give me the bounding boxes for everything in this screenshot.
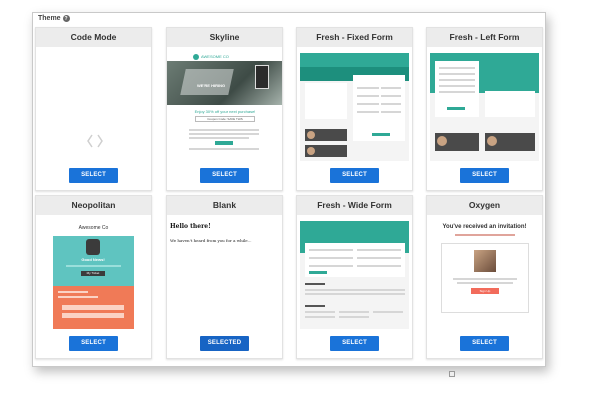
theme-card-oxygen[interactable]: Oxygen You've received an invitation! Si… — [426, 195, 543, 359]
offer-text: Enjoy 30% off your next purchase! — [194, 109, 256, 114]
theme-panel: Theme ? Code Mode SELECT Skyline AWESOME… — [32, 12, 546, 377]
oxygen-cta: Sign Up — [471, 288, 499, 294]
theme-card-skyline[interactable]: Skyline AWESOME CO WE'RE HIRING Enjoy 30… — [166, 27, 283, 191]
brand-name: Awesome Co — [78, 225, 109, 231]
robot-icon — [86, 239, 100, 255]
theme-preview — [36, 53, 151, 161]
theme-card-code-mode[interactable]: Code Mode SELECT — [35, 27, 152, 191]
code-brackets-icon — [87, 134, 103, 148]
theme-card-fresh-fixed-form[interactable]: Fresh - Fixed Form SELECT — [296, 27, 413, 191]
theme-preview: AWESOME CO WE'RE HIRING Enjoy 30% off yo… — [167, 53, 282, 161]
hero-headline: WE'RE HIRING — [197, 83, 226, 88]
blank-heading: Hello there! — [170, 223, 211, 230]
theme-preview — [427, 53, 542, 161]
theme-card-fresh-left-form[interactable]: Fresh - Left Form SELECT — [426, 27, 543, 191]
resize-grip-icon[interactable] — [449, 371, 455, 377]
select-button[interactable]: SELECT — [460, 168, 509, 183]
theme-heading: Theme ? — [38, 15, 70, 22]
neo-headline: Good News! — [81, 257, 105, 262]
selected-button[interactable]: SELECTED — [200, 336, 249, 351]
theme-preview: You've received an invitation! Sign Up — [427, 221, 542, 329]
question-circle-icon[interactable]: ? — [62, 15, 70, 22]
theme-card-fresh-wide-form[interactable]: Fresh - Wide Form SELECT — [296, 195, 413, 359]
theme-card-title: Oxygen — [427, 196, 542, 215]
theme-preview — [297, 53, 412, 161]
theme-card-title: Fresh - Wide Form — [297, 196, 412, 215]
theme-preview: Awesome Co Good News! My Ticket — [36, 221, 151, 329]
theme-label: Theme — [38, 15, 61, 22]
theme-card-title: Blank — [167, 196, 282, 215]
theme-preview: Hello there! We haven't heard from you f… — [167, 221, 282, 329]
theme-card-neopolitan[interactable]: Neopolitan Awesome Co Good News! My Tick… — [35, 195, 152, 359]
neo-cta: My Ticket — [81, 271, 105, 276]
theme-preview — [297, 221, 412, 329]
oxygen-heading: You've received an invitation! — [442, 224, 527, 230]
select-button[interactable]: SELECT — [330, 168, 379, 183]
select-button[interactable]: SELECT — [69, 168, 118, 183]
select-button[interactable]: SELECT — [460, 336, 509, 351]
theme-card-blank[interactable]: Blank Hello there! We haven't heard from… — [166, 195, 283, 359]
select-button[interactable]: SELECT — [330, 336, 379, 351]
theme-card-title: Fresh - Fixed Form — [297, 28, 412, 47]
blank-body: We haven't heard from you for a while... — [170, 238, 252, 243]
theme-card-title: Code Mode — [36, 28, 151, 47]
theme-card-title: Neopolitan — [36, 196, 151, 215]
theme-card-title: Fresh - Left Form — [427, 28, 542, 47]
theme-card-title: Skyline — [167, 28, 282, 47]
brand-name: AWESOME CO — [201, 54, 229, 59]
coupon-box: Coupon Code: SAVE THIS — [195, 116, 255, 122]
select-button[interactable]: SELECT — [69, 336, 118, 351]
select-button[interactable]: SELECT — [200, 168, 249, 183]
